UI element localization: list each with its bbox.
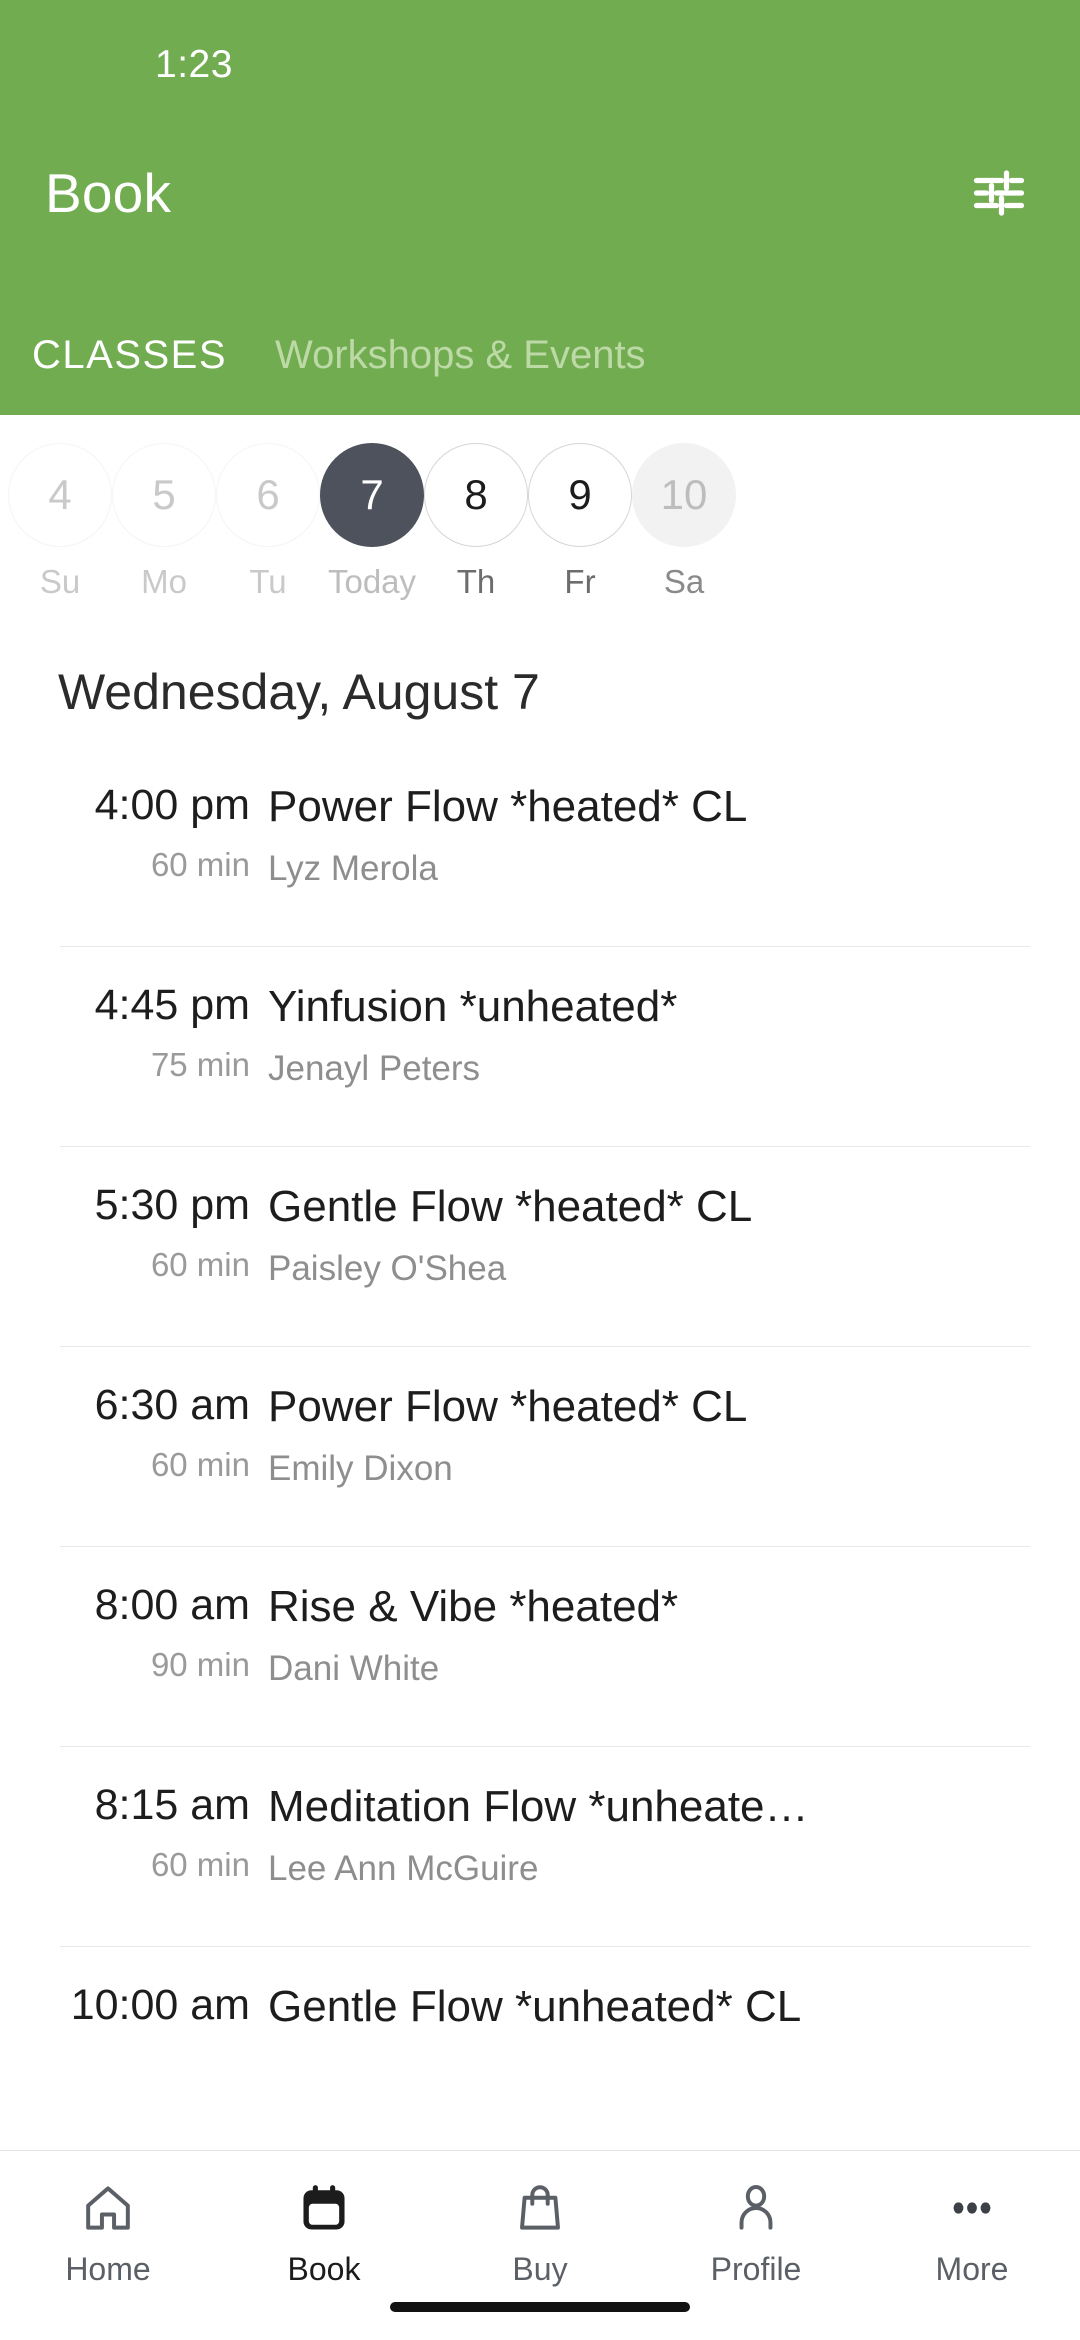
class-time: 8:00 am: [94, 1581, 250, 1629]
person-icon: [728, 2177, 784, 2239]
status-bar: 1:23: [0, 0, 1080, 130]
class-info-column: Yinfusion *unheated* Jenayl Peters: [268, 981, 1080, 1089]
class-list-item[interactable]: 8:15 am 60 min Meditation Flow *unheate……: [0, 1747, 1080, 1947]
nav-label: More: [935, 2251, 1009, 2287]
class-list-item[interactable]: 4:00 pm 60 min Power Flow *heated* CL Ly…: [0, 747, 1080, 947]
class-duration: 60 min: [150, 846, 250, 884]
date-chip-number: 10: [632, 443, 736, 547]
nav-label: Profile: [710, 2251, 802, 2287]
nav-label: Buy: [512, 2251, 568, 2287]
date-chip-label: Fr: [564, 563, 596, 600]
class-info-column: Power Flow *heated* CL Emily Dixon: [268, 1381, 1080, 1489]
class-teacher: Lee Ann McGuire: [268, 1848, 539, 1888]
class-time: 8:15 am: [94, 1781, 250, 1829]
class-list-item[interactable]: 10:00 am Gentle Flow *unheated* CL: [0, 1947, 1080, 2147]
date-chip-5[interactable]: 5 Mo: [112, 443, 216, 601]
class-duration: 60 min: [150, 1846, 250, 1884]
date-chip-number: 8: [424, 443, 528, 547]
class-teacher: Paisley O'Shea: [268, 1248, 507, 1288]
date-chip-number: 4: [8, 443, 112, 547]
date-chip-number: 7: [320, 443, 424, 547]
more-dots-icon: [944, 2177, 1000, 2239]
title-bar: Book: [0, 130, 1080, 255]
class-time-column: 8:00 am 90 min: [0, 1581, 268, 1684]
class-time-column: 8:15 am 60 min: [0, 1781, 268, 1884]
class-time: 6:30 am: [94, 1381, 250, 1429]
date-strip[interactable]: 4 Su 5 Mo 6 Tu 7 Today 8 Th 9 Fr 10 Sa: [0, 415, 1080, 625]
class-time: 5:30 pm: [94, 1181, 250, 1229]
class-time-column: 4:45 pm 75 min: [0, 981, 268, 1084]
date-chip-label: Tu: [249, 563, 287, 600]
class-name: Power Flow *heated* CL: [268, 782, 748, 831]
class-name: Yinfusion *unheated*: [268, 982, 678, 1031]
date-chip-label: Th: [456, 563, 496, 600]
class-list-item[interactable]: 8:00 am 90 min Rise & Vibe *heated* Dani…: [0, 1547, 1080, 1747]
date-chip-7-today[interactable]: 7 Today: [320, 443, 424, 601]
class-time-column: 5:30 pm 60 min: [0, 1181, 268, 1284]
tab-workshops-and-events[interactable]: Workshops & Events: [275, 335, 646, 375]
home-indicator: [390, 2302, 690, 2312]
class-list[interactable]: 4:00 pm 60 min Power Flow *heated* CL Ly…: [0, 747, 1080, 2150]
nav-item-home[interactable]: Home: [0, 2177, 216, 2288]
date-chip-label: Today: [327, 563, 417, 600]
class-teacher: Lyz Merola: [268, 848, 438, 888]
page-title: Book: [45, 161, 172, 224]
class-name: Rise & Vibe *heated*: [268, 1582, 679, 1631]
date-chip-8[interactable]: 8 Th: [424, 443, 528, 601]
day-heading: Wednesday, August 7: [58, 664, 540, 720]
class-info-column: Rise & Vibe *heated* Dani White: [268, 1581, 1080, 1689]
class-time-column: 10:00 am: [0, 1981, 268, 2046]
app-header: 1:23 Book CLASSES Workshops & Events: [0, 0, 1080, 415]
class-time: 10:00 am: [70, 1981, 250, 2029]
class-time-column: 4:00 pm 60 min: [0, 781, 268, 884]
class-name: Power Flow *heated* CL: [268, 1382, 748, 1431]
class-time: 4:00 pm: [94, 781, 250, 829]
app-root: 1:23 Book CLASSES Workshops & Events 4 S…: [0, 0, 1080, 2340]
class-duration: 75 min: [150, 1046, 250, 1084]
class-time-column: 6:30 am 60 min: [0, 1381, 268, 1484]
date-chip-label: Mo: [141, 563, 187, 600]
date-chip-number: 6: [216, 443, 320, 547]
date-chip-9[interactable]: 9 Fr: [528, 443, 632, 601]
bag-icon: [512, 2177, 568, 2239]
class-list-item[interactable]: 5:30 pm 60 min Gentle Flow *heated* CL P…: [0, 1147, 1080, 1347]
date-chip-label: Sa: [663, 563, 705, 600]
nav-item-more[interactable]: More: [864, 2177, 1080, 2288]
filter-icon[interactable]: [966, 160, 1032, 226]
date-chip-number: 9: [528, 443, 632, 547]
date-chip-label: Su: [39, 563, 81, 600]
nav-label: Home: [65, 2251, 151, 2287]
class-list-item[interactable]: 6:30 am 60 min Power Flow *heated* CL Em…: [0, 1347, 1080, 1547]
calendar-icon: [296, 2177, 352, 2239]
nav-label: Book: [287, 2251, 361, 2287]
class-name: Gentle Flow *heated* CL: [268, 1182, 753, 1231]
date-chip-10[interactable]: 10 Sa: [632, 443, 736, 601]
class-duration: 60 min: [150, 1246, 250, 1284]
class-name: Gentle Flow *unheated* CL: [268, 1982, 802, 2031]
class-info-column: Meditation Flow *unheate… Lee Ann McGuir…: [268, 1781, 1080, 1889]
nav-item-profile[interactable]: Profile: [648, 2177, 864, 2288]
class-info-column: Power Flow *heated* CL Lyz Merola: [268, 781, 1080, 889]
class-name: Meditation Flow *unheate…: [268, 1782, 809, 1831]
tab-classes[interactable]: CLASSES: [32, 335, 227, 375]
class-info-column: Gentle Flow *heated* CL Paisley O'Shea: [268, 1181, 1080, 1289]
date-chip-6[interactable]: 6 Tu: [216, 443, 320, 601]
status-bar-clock: 1:23: [155, 43, 233, 86]
nav-item-book[interactable]: Book: [216, 2177, 432, 2288]
class-duration: 90 min: [150, 1646, 250, 1684]
class-duration: 60 min: [150, 1446, 250, 1484]
home-icon: [80, 2177, 136, 2239]
class-teacher: Dani White: [268, 1648, 440, 1688]
class-list-item[interactable]: 4:45 pm 75 min Yinfusion *unheated* Jena…: [0, 947, 1080, 1147]
class-teacher: Jenayl Peters: [268, 1048, 481, 1088]
date-chip-4[interactable]: 4 Su: [8, 443, 112, 601]
header-tabs: CLASSES Workshops & Events: [0, 255, 1080, 415]
nav-item-buy[interactable]: Buy: [432, 2177, 648, 2288]
class-teacher: Emily Dixon: [268, 1448, 453, 1488]
date-chip-number: 5: [112, 443, 216, 547]
class-time: 4:45 pm: [94, 981, 250, 1029]
class-info-column: Gentle Flow *unheated* CL: [268, 1981, 1080, 2049]
